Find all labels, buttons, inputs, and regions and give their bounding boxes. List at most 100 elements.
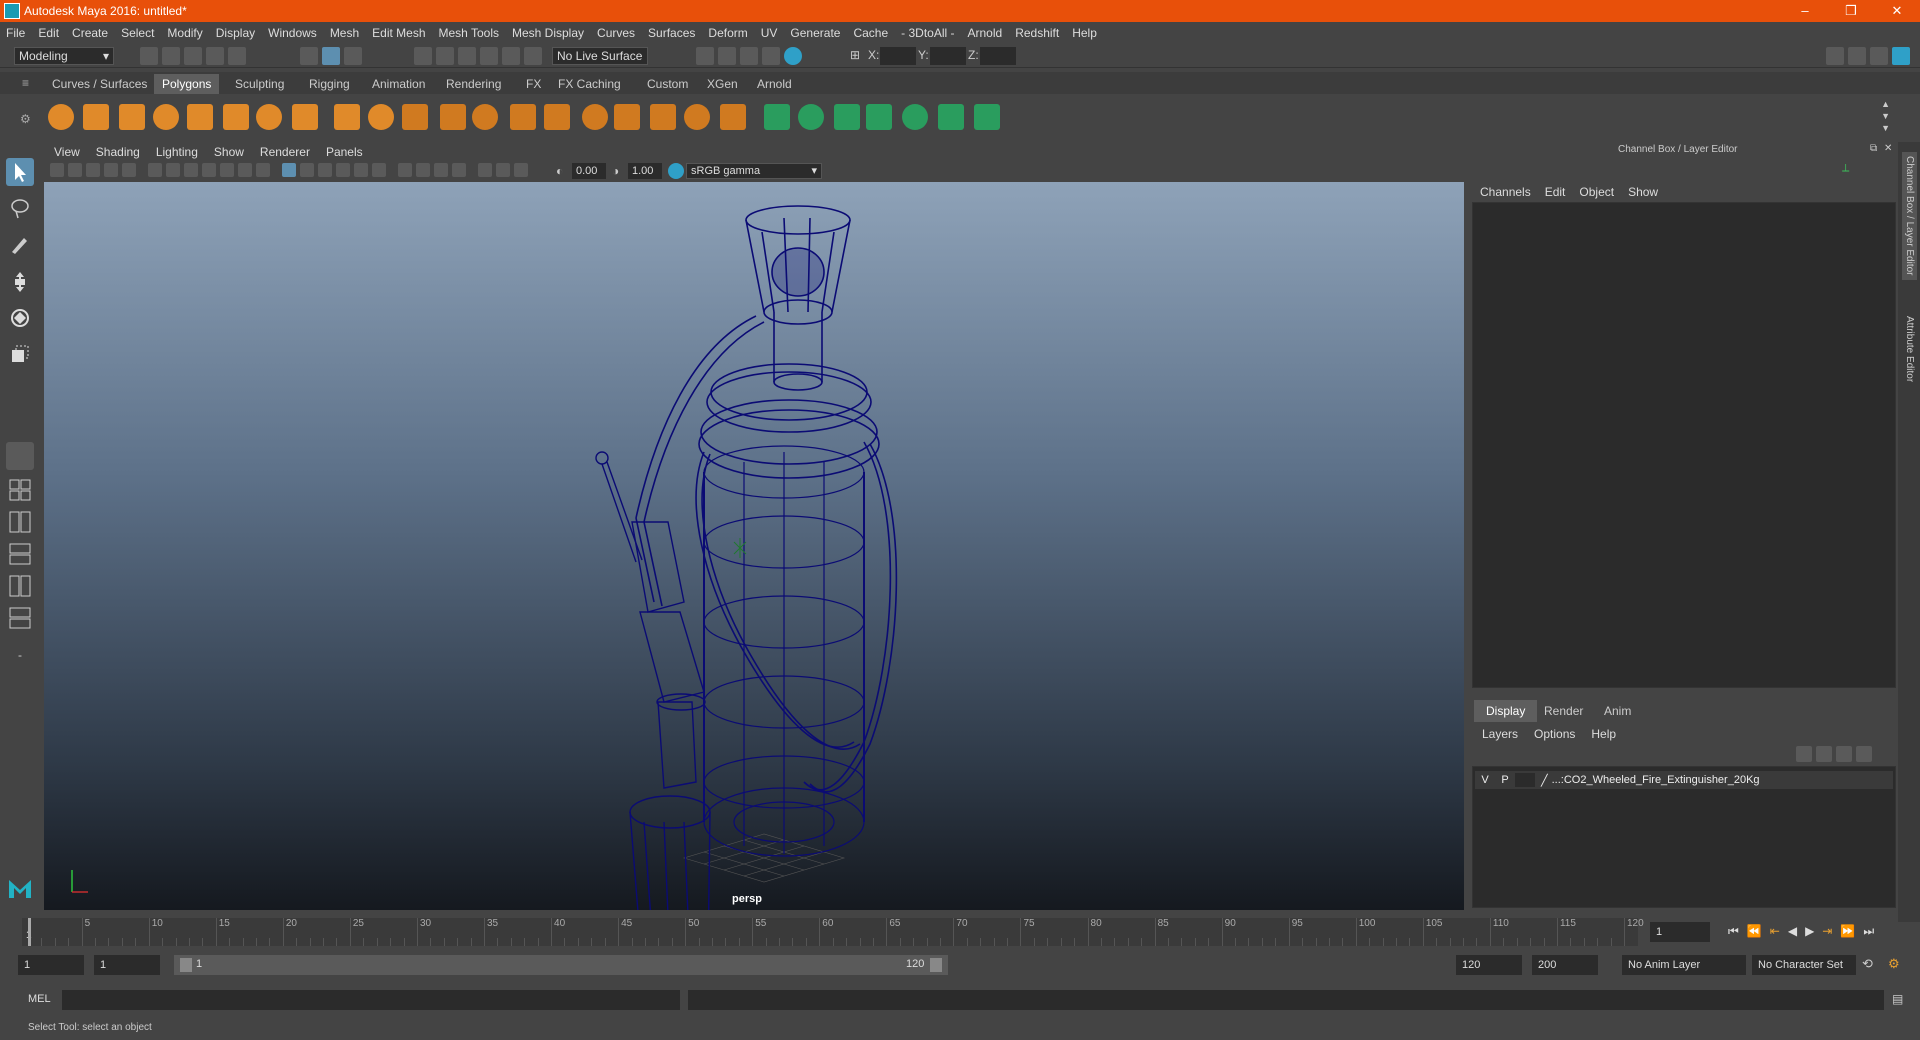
grease-pencil-icon[interactable] [122, 163, 136, 177]
menu-file[interactable]: File [6, 26, 25, 40]
render-settings-icon[interactable] [740, 47, 758, 65]
xray-icon[interactable] [478, 163, 492, 177]
select-hierarchy-icon[interactable] [300, 47, 318, 65]
isolate-select-icon[interactable] [452, 163, 466, 177]
separate-icon[interactable] [368, 104, 394, 130]
snap-grid-icon[interactable] [414, 47, 432, 65]
poly-sphere-icon[interactable] [48, 104, 74, 130]
play-backward-icon[interactable]: ◀ [1788, 924, 1797, 939]
use-all-lights-icon[interactable] [336, 163, 350, 177]
z-field[interactable] [980, 47, 1016, 65]
uv-auto-icon[interactable] [902, 104, 928, 130]
modeling-toolkit-icon[interactable] [1826, 47, 1844, 65]
layer-menu-options[interactable]: Options [1534, 727, 1575, 741]
uv-spherical-icon[interactable] [866, 104, 892, 130]
menu-cache[interactable]: Cache [853, 26, 888, 40]
tab-attribute-editor[interactable]: Attribute Editor [1902, 312, 1917, 386]
menu-uv[interactable]: UV [761, 26, 778, 40]
create-empty-layer-icon[interactable] [1836, 746, 1852, 762]
viewport-menu-renderer[interactable]: Renderer [260, 145, 310, 159]
menu-mesh[interactable]: Mesh [330, 26, 359, 40]
poly-pyramid-icon[interactable] [256, 104, 282, 130]
menu-curves[interactable]: Curves [597, 26, 635, 40]
close-button[interactable]: ✕ [1874, 0, 1920, 22]
single-perspective-layout-icon[interactable] [6, 442, 34, 470]
perspective-viewport[interactable]: persp [44, 182, 1464, 910]
safe-title-icon[interactable] [256, 163, 270, 177]
gate-mask-icon[interactable] [202, 163, 216, 177]
select-component-icon[interactable] [344, 47, 362, 65]
snap-curve-icon[interactable] [436, 47, 454, 65]
shelf-options-icon[interactable]: ⚙ [20, 112, 31, 126]
uv-editor-icon[interactable] [938, 104, 964, 130]
bevel-icon[interactable] [614, 104, 640, 130]
step-back-key-icon[interactable]: ⇤ [1770, 924, 1780, 939]
auto-key-icon[interactable]: ⟲ [1862, 956, 1873, 972]
close-panel-icon[interactable]: ✕ [1884, 143, 1892, 154]
attribute-editor-toggle-icon[interactable] [1848, 47, 1866, 65]
shelf-scroll-arrows-icon[interactable]: ▲ ▼ ▼ [1881, 98, 1890, 134]
channel-box-toggle-icon[interactable] [1892, 47, 1910, 65]
combine-icon[interactable] [334, 104, 360, 130]
menu-edit[interactable]: Edit [38, 26, 59, 40]
layout-options-icon[interactable]: - [6, 644, 34, 666]
command-language-label[interactable]: MEL [28, 993, 51, 1005]
range-end-handle[interactable] [930, 958, 942, 972]
range-slider[interactable]: 1 120 [174, 955, 948, 975]
multi-cut-icon[interactable] [582, 104, 608, 130]
step-back-icon[interactable]: ⏪ [1747, 924, 1762, 939]
open-scene-icon[interactable] [162, 47, 180, 65]
menu-modify[interactable]: Modify [167, 26, 202, 40]
smooth-icon[interactable] [402, 104, 428, 130]
menu-create[interactable]: Create [72, 26, 108, 40]
poly-cylinder-icon[interactable] [119, 104, 145, 130]
menu-select[interactable]: Select [121, 26, 154, 40]
hypershade-layout-icon[interactable] [6, 606, 34, 630]
render-view-icon[interactable] [784, 47, 802, 65]
snap-point-icon[interactable] [458, 47, 476, 65]
color-management-icon[interactable] [668, 163, 684, 179]
persp-graph-layout-icon[interactable] [6, 542, 34, 566]
animation-start-field[interactable]: 1 [18, 955, 84, 975]
lasso-tool-icon[interactable] [6, 194, 34, 222]
go-to-end-icon[interactable]: ⏭ [1863, 924, 1874, 939]
motion-blur-icon[interactable] [398, 163, 412, 177]
poly-pipe-icon[interactable] [292, 104, 318, 130]
anim-layer-dropdown[interactable]: No Anim Layer ▾ [1622, 955, 1764, 975]
script-editor-icon[interactable]: ▤ [1892, 992, 1903, 1006]
layer-tab-anim[interactable]: Anim [1592, 700, 1643, 722]
resolution-gate-icon[interactable] [184, 163, 198, 177]
transform-mode-icon[interactable]: ⊞ [850, 48, 860, 62]
shelf-tab-polygons[interactable]: Polygons [154, 74, 220, 94]
ambient-occlusion-icon[interactable] [372, 163, 386, 177]
select-object-icon[interactable] [322, 47, 340, 65]
step-forward-icon[interactable]: ⏩ [1840, 924, 1855, 939]
uv-planar-icon[interactable] [798, 104, 824, 130]
uv-layout-icon[interactable] [974, 104, 1000, 130]
image-plane-icon[interactable] [104, 163, 118, 177]
color-space-dropdown[interactable]: sRGB gamma ▾ [686, 163, 822, 179]
xray-joints-icon[interactable] [496, 163, 510, 177]
select-camera-icon[interactable] [50, 163, 64, 177]
shelf-tab-curves-surfaces[interactable]: Curves / Surfaces [44, 74, 155, 94]
poly-torus-icon[interactable] [223, 104, 249, 130]
float-panel-icon[interactable]: ⧉ [1870, 143, 1877, 154]
bookmark-icon[interactable] [86, 163, 100, 177]
poly-cube-icon[interactable] [83, 104, 109, 130]
shelf-tab-xgen[interactable]: XGen [699, 74, 746, 94]
snap-view-icon[interactable] [480, 47, 498, 65]
rotate-tool-icon[interactable] [6, 304, 34, 332]
menu-edit-mesh[interactable]: Edit Mesh [372, 26, 425, 40]
target-weld-icon[interactable] [720, 104, 746, 130]
channel-box-menu-object[interactable]: Object [1579, 185, 1614, 199]
anim-prefs-icon[interactable]: ⚙ [1888, 956, 1900, 972]
create-layer-selected-icon[interactable] [1856, 746, 1872, 762]
exposure-field[interactable]: 0.00 [572, 163, 606, 179]
poly-cone-icon[interactable] [153, 104, 179, 130]
time-slider[interactable]: 1 51015202530354045505560657075808590951… [22, 918, 1644, 946]
minimize-button[interactable]: – [1782, 0, 1828, 22]
field-chart-icon[interactable] [220, 163, 234, 177]
poly-plane-icon[interactable] [187, 104, 213, 130]
camera-attributes-icon[interactable] [68, 163, 82, 177]
go-to-start-icon[interactable]: ⏮ [1728, 924, 1739, 939]
